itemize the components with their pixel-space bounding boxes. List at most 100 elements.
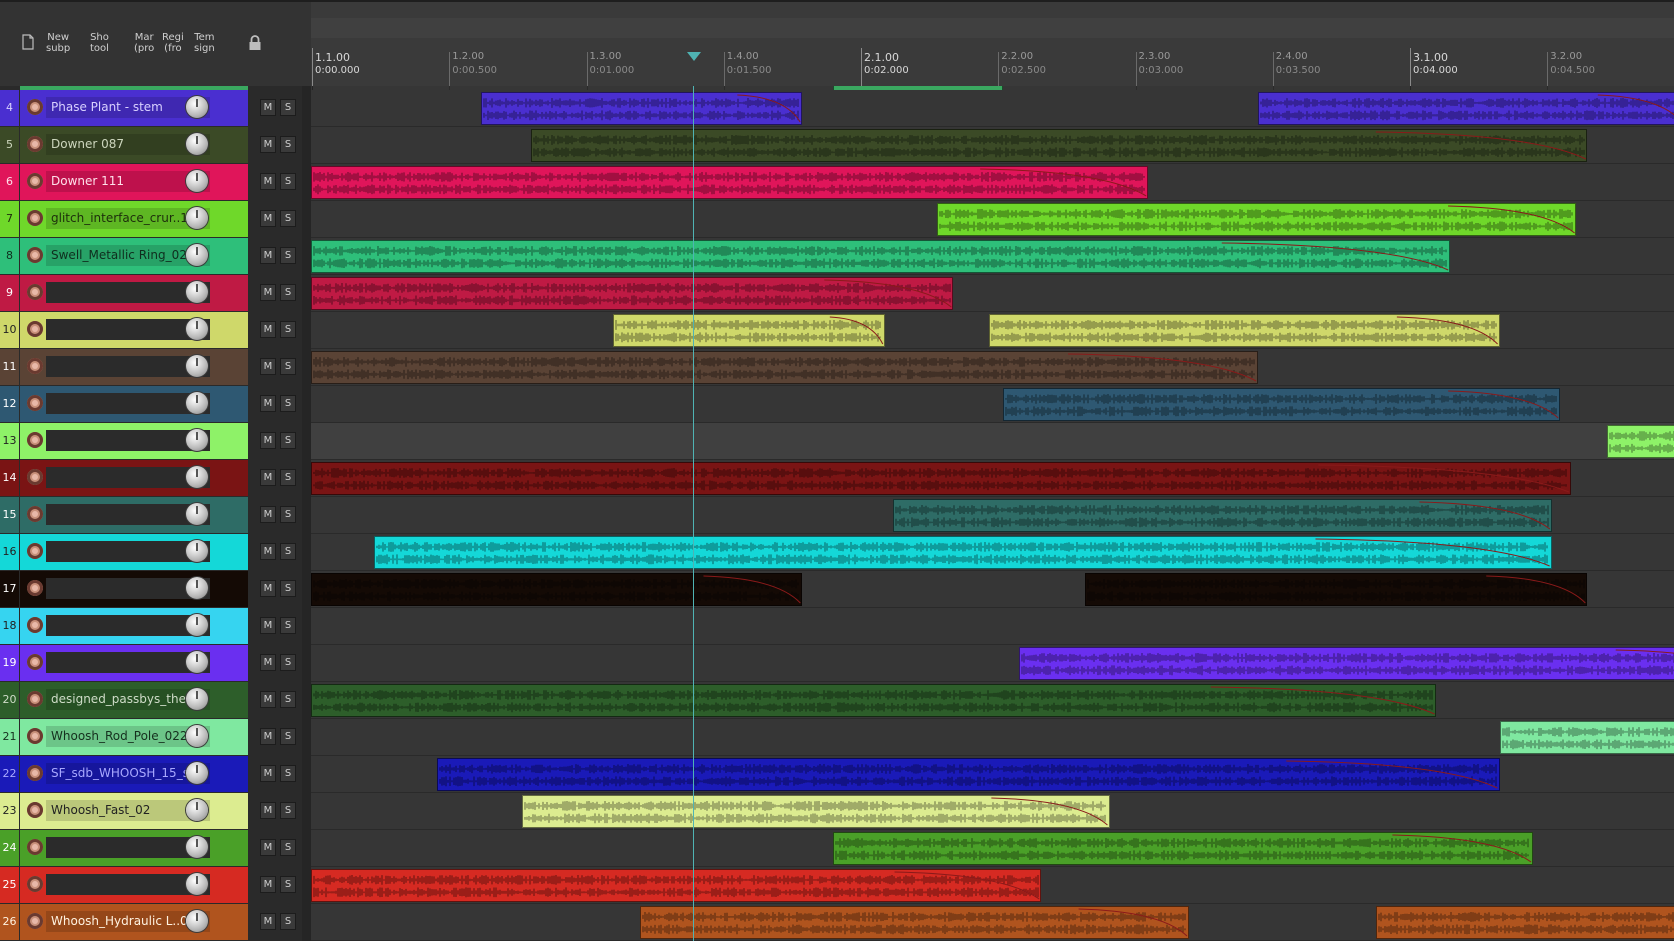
track-panel[interactable] (20, 867, 248, 903)
media-item[interactable] (311, 166, 1149, 199)
document-icon[interactable] (22, 34, 34, 50)
track-number[interactable]: 4 (0, 90, 19, 126)
solo-button[interactable]: S (280, 580, 296, 597)
solo-button[interactable]: S (280, 691, 296, 708)
media-item[interactable] (1019, 647, 1674, 680)
track-number[interactable]: 17 (0, 571, 19, 607)
track-number[interactable]: 25 (0, 867, 19, 903)
volume-knob-icon[interactable] (186, 96, 208, 118)
media-item[interactable] (481, 92, 803, 125)
track-header[interactable]: 23 Whoosh_Fast_02 M S (0, 793, 302, 830)
mute-button[interactable]: M (260, 136, 276, 153)
track-header[interactable]: 24 M S (0, 830, 302, 867)
mute-button[interactable]: M (260, 617, 276, 634)
track-number[interactable]: 19 (0, 645, 19, 681)
track-lane[interactable] (311, 423, 1674, 460)
track-panel[interactable] (20, 830, 248, 866)
track-header[interactable]: 16 M S (0, 534, 302, 571)
media-item[interactable] (1085, 573, 1588, 606)
track-number[interactable]: 15 (0, 497, 19, 533)
solo-button[interactable]: S (280, 654, 296, 671)
record-arm-icon[interactable] (27, 543, 43, 559)
volume-knob-icon[interactable] (186, 392, 208, 414)
timeline-ruler[interactable]: 1.1.00 0:00.000 1.2.00 0:00.500 1.3.00 0:01.0… (311, 0, 1674, 86)
track-header[interactable]: 6 Downer 111 M S (0, 164, 302, 201)
track-number[interactable]: 22 (0, 756, 19, 792)
mute-button[interactable]: M (260, 691, 276, 708)
volume-knob-icon[interactable] (186, 614, 208, 636)
record-arm-icon[interactable] (27, 802, 43, 818)
solo-button[interactable]: S (280, 284, 296, 301)
track-panel[interactable]: Swell_Metallic Ring_02 (20, 238, 248, 274)
playhead-marker-icon[interactable] (686, 52, 701, 61)
mute-button[interactable]: M (260, 765, 276, 782)
track-number[interactable]: 11 (0, 349, 19, 385)
track-panel[interactable]: Downer 111 (20, 164, 248, 200)
track-number[interactable]: 13 (0, 423, 19, 459)
media-item[interactable] (1002, 388, 1560, 421)
record-arm-icon[interactable] (27, 173, 43, 189)
record-arm-icon[interactable] (27, 99, 43, 115)
playhead-cursor[interactable] (692, 86, 694, 941)
track-number[interactable]: 6 (0, 164, 19, 200)
mute-button[interactable]: M (260, 173, 276, 190)
record-arm-icon[interactable] (27, 654, 43, 670)
record-arm-icon[interactable] (27, 321, 43, 337)
solo-button[interactable]: S (280, 543, 296, 560)
track-panel[interactable] (20, 386, 248, 422)
track-header[interactable]: 10 M S (0, 312, 302, 349)
track-panel[interactable]: Phase Plant - stem (20, 90, 248, 126)
volume-knob-icon[interactable] (186, 133, 208, 155)
mute-button[interactable]: M (260, 432, 276, 449)
track-header[interactable]: 25 M S (0, 867, 302, 904)
track-panel[interactable] (20, 275, 248, 311)
record-arm-icon[interactable] (27, 765, 43, 781)
solo-button[interactable]: S (280, 173, 296, 190)
volume-knob-icon[interactable] (186, 540, 208, 562)
ruler-region-lane[interactable] (311, 18, 1674, 38)
mute-button[interactable]: M (260, 358, 276, 375)
solo-button[interactable]: S (280, 136, 296, 153)
track-header[interactable]: 12 M S (0, 386, 302, 423)
solo-button[interactable]: S (280, 506, 296, 523)
media-item[interactable] (522, 795, 1110, 828)
record-arm-icon[interactable] (27, 136, 43, 152)
track-panel[interactable]: designed_passbys_the..2 (20, 682, 248, 718)
track-panel[interactable] (20, 571, 248, 607)
track-panel[interactable] (20, 497, 248, 533)
volume-knob-icon[interactable] (186, 466, 208, 488)
record-arm-icon[interactable] (27, 839, 43, 855)
record-arm-icon[interactable] (27, 432, 43, 448)
mute-button[interactable]: M (260, 210, 276, 227)
track-lane[interactable] (311, 719, 1674, 756)
solo-button[interactable]: S (280, 358, 296, 375)
track-number[interactable]: 16 (0, 534, 19, 570)
track-panel[interactable] (20, 423, 248, 459)
mute-button[interactable]: M (260, 506, 276, 523)
solo-button[interactable]: S (280, 395, 296, 412)
track-number[interactable]: 18 (0, 608, 19, 644)
mute-button[interactable]: M (260, 284, 276, 301)
volume-knob-icon[interactable] (186, 725, 208, 747)
record-arm-icon[interactable] (27, 210, 43, 226)
tempo-signature-button[interactable]: Tem sign (194, 32, 215, 54)
track-number[interactable]: 24 (0, 830, 19, 866)
record-arm-icon[interactable] (27, 580, 43, 596)
mute-button[interactable]: M (260, 543, 276, 560)
track-panel[interactable] (20, 608, 248, 644)
media-item[interactable] (374, 536, 1552, 569)
record-arm-icon[interactable] (27, 913, 43, 929)
track-panel[interactable]: Whoosh_Fast_02 (20, 793, 248, 829)
volume-knob-icon[interactable] (186, 577, 208, 599)
record-arm-icon[interactable] (27, 284, 43, 300)
regions-button[interactable]: Regi (fro (162, 32, 184, 54)
track-header[interactable]: 21 Whoosh_Rod_Pole_022 M S (0, 719, 302, 756)
media-item[interactable] (311, 684, 1437, 717)
solo-button[interactable]: S (280, 432, 296, 449)
volume-knob-icon[interactable] (186, 207, 208, 229)
track-header[interactable]: 20 designed_passbys_the..2 M S (0, 682, 302, 719)
track-header[interactable]: 13 M S (0, 423, 302, 460)
volume-knob-icon[interactable] (186, 355, 208, 377)
solo-button[interactable]: S (280, 247, 296, 264)
volume-knob-icon[interactable] (186, 836, 208, 858)
